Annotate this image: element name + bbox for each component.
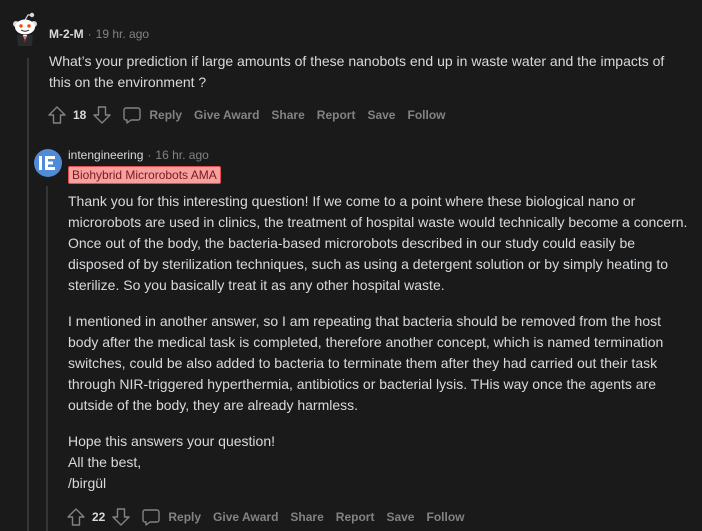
reply-action-bar: 22 Reply Give Award Share Report Save Fo… <box>66 505 464 529</box>
arrow-down-icon <box>112 508 131 526</box>
comment-bubble-icon <box>122 105 142 125</box>
upvote-button[interactable] <box>47 105 67 125</box>
reply-signoff: Hope this answers your question! All the… <box>68 431 688 494</box>
comment-action-bar: 18 Reply Give Award Share Report Save Fo… <box>47 103 445 127</box>
reply-author[interactable]: intengineering <box>68 148 143 162</box>
reply-paragraph-1: Thank you for this interesting question!… <box>68 193 688 293</box>
user-avatar[interactable] <box>10 12 40 46</box>
reply-thread-line[interactable] <box>46 186 48 531</box>
report-button[interactable]: Report <box>336 510 375 524</box>
upvote-button[interactable] <box>66 507 86 527</box>
follow-button[interactable]: Follow <box>407 108 445 122</box>
arrow-down-icon <box>93 106 112 124</box>
comment-body: What’s your prediction if large amounts … <box>49 51 689 93</box>
reply-paragraph-2: I mentioned in another answer, so I am r… <box>68 313 664 413</box>
downvote-button[interactable] <box>92 105 112 125</box>
comment-bubble-icon <box>141 507 161 527</box>
reply-button[interactable]: Reply <box>141 507 201 527</box>
reply-label: Reply <box>149 108 183 122</box>
comment-meta: M-2-M · 19 hr. ago <box>49 26 149 42</box>
snoo-avatar-icon <box>13 12 37 46</box>
vote-score: 22 <box>92 510 106 524</box>
follow-button[interactable]: Follow <box>426 510 464 524</box>
downvote-button[interactable] <box>111 507 131 527</box>
reply-button[interactable]: Reply <box>122 105 182 125</box>
comment-text: What’s your prediction if large amounts … <box>49 53 665 90</box>
signoff-line-2: All the best, <box>68 454 142 470</box>
reply-body: Thank you for this interesting question!… <box>68 191 688 494</box>
user-flair: Biohybrid Microrobots AMA <box>68 166 221 184</box>
reply-meta: intengineering · 16 hr. ago <box>68 147 209 163</box>
share-button[interactable]: Share <box>271 108 304 122</box>
user-avatar-reply[interactable] <box>34 149 62 177</box>
save-button[interactable]: Save <box>367 108 395 122</box>
vote-score: 18 <box>73 108 87 122</box>
give-award-button[interactable]: Give Award <box>213 510 278 524</box>
comment-author[interactable]: M-2-M <box>49 27 84 41</box>
save-button[interactable]: Save <box>386 510 414 524</box>
arrow-up-icon <box>48 106 66 124</box>
reply-label: Reply <box>168 510 202 524</box>
report-button[interactable]: Report <box>317 108 356 122</box>
comment-timestamp[interactable]: 19 hr. ago <box>96 27 149 41</box>
arrow-up-icon <box>67 508 85 526</box>
signoff-line-1: Hope this answers your question! <box>68 433 275 449</box>
meta-separator: · <box>87 27 92 41</box>
thread-line[interactable] <box>27 58 29 531</box>
reply-timestamp[interactable]: 16 hr. ago <box>155 148 208 162</box>
ie-logo-icon <box>39 156 55 170</box>
give-award-button[interactable]: Give Award <box>194 108 259 122</box>
signoff-line-3: /birgül <box>68 475 107 491</box>
share-button[interactable]: Share <box>290 510 323 524</box>
meta-separator: · <box>147 148 152 162</box>
